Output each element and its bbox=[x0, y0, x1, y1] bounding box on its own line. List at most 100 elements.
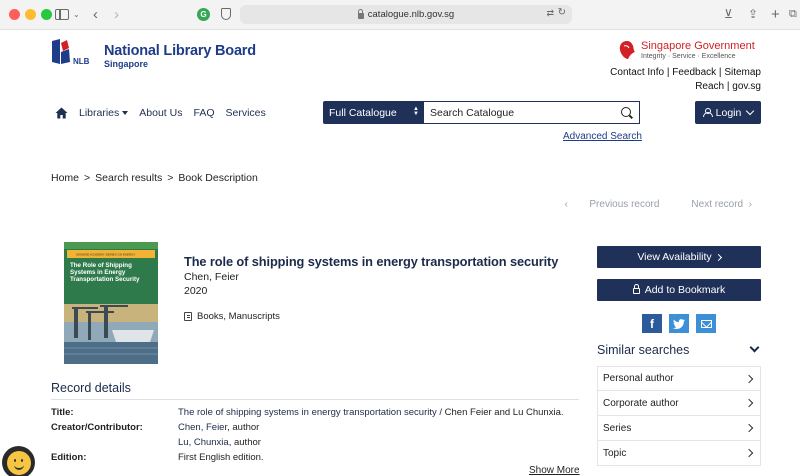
breadcrumb: Home > Search results > Book Description bbox=[51, 172, 258, 184]
government-logo-text: Singapore Government bbox=[641, 40, 755, 52]
previous-record-label: Previous record bbox=[589, 199, 660, 210]
download-icon[interactable]: ⊻ bbox=[724, 5, 733, 23]
breadcrumb-current: Book Description bbox=[178, 172, 258, 184]
similar-item-label: Series bbox=[603, 422, 632, 434]
close-window-icon[interactable] bbox=[9, 9, 20, 20]
browser-toolbar: ⌄ ‹ › G catalogue.nlb.gov.sg ⇄ ↻ ⊻ ⇪ + ⧉ bbox=[0, 0, 800, 30]
book-year: 2020 bbox=[184, 285, 208, 297]
brand-name[interactable]: National Library Board bbox=[104, 43, 256, 59]
book-author[interactable]: Chen, Feier bbox=[184, 271, 239, 283]
gov-sg-link[interactable]: gov.sg bbox=[732, 81, 761, 92]
record-label-title: Title: bbox=[51, 407, 74, 418]
address-bar[interactable]: catalogue.nlb.gov.sg ⇄ ↻ bbox=[240, 5, 572, 24]
sidebar-toggle-icon[interactable] bbox=[55, 9, 69, 20]
maximize-window-icon[interactable] bbox=[41, 9, 52, 20]
gov-name-1: Singapore bbox=[641, 40, 692, 52]
envelope-icon bbox=[700, 319, 712, 328]
chevron-right-icon bbox=[744, 448, 754, 458]
book-cover-image[interactable]: CHINESE ACADEMY SERIES ON ENERGY The Rol… bbox=[64, 242, 158, 364]
facebook-share-icon[interactable]: f bbox=[642, 314, 662, 333]
chevron-down-icon[interactable]: ⌄ bbox=[73, 5, 80, 23]
reload-icon[interactable]: ↻ bbox=[558, 7, 566, 18]
forward-icon[interactable]: › bbox=[114, 5, 119, 23]
record-label-creator: Creator/Contributor: bbox=[51, 422, 143, 433]
login-button[interactable]: Login bbox=[695, 101, 761, 124]
show-more-link[interactable]: Show More bbox=[529, 465, 580, 476]
record-value-title: The role of shipping systems in energy t… bbox=[178, 407, 564, 418]
twitter-share-icon[interactable] bbox=[669, 314, 689, 333]
creator-role: , author bbox=[227, 422, 260, 433]
url-text: catalogue.nlb.gov.sg bbox=[367, 9, 455, 20]
nlb-logo-icon[interactable]: NLB bbox=[50, 38, 98, 66]
smiley-icon bbox=[6, 450, 31, 475]
user-icon bbox=[702, 108, 713, 117]
feedback-widget[interactable] bbox=[2, 446, 35, 476]
extension-icon[interactable]: G bbox=[197, 8, 210, 21]
catalogue-select-value: Full Catalogue bbox=[329, 106, 397, 119]
tab-overview-icon[interactable]: ⧉ bbox=[789, 5, 797, 23]
add-to-bookmark-label: Add to Bookmark bbox=[644, 284, 726, 296]
nav-libraries-label: Libraries bbox=[79, 107, 120, 119]
similar-personal-author[interactable]: Personal author bbox=[597, 366, 761, 391]
lock-icon bbox=[357, 8, 364, 19]
chevron-right-icon bbox=[744, 374, 754, 384]
similar-corporate-author[interactable]: Corporate author bbox=[597, 391, 761, 416]
search-icon[interactable] bbox=[621, 107, 631, 117]
search-placeholder: Search Catalogue bbox=[430, 106, 515, 119]
similar-item-label: Corporate author bbox=[603, 397, 679, 409]
main-nav: Libraries About Us FAQ Services bbox=[55, 106, 277, 120]
breadcrumb-search-results[interactable]: Search results bbox=[95, 172, 162, 184]
similar-item-label: Personal author bbox=[603, 373, 674, 384]
new-tab-icon[interactable]: + bbox=[771, 5, 780, 23]
divider bbox=[51, 399, 579, 400]
chevron-down-icon bbox=[746, 106, 755, 115]
record-value-creator-2: Lu, Chunxia, author bbox=[178, 437, 261, 448]
sitemap-link[interactable]: Sitemap bbox=[724, 67, 761, 78]
gov-name-2: Government bbox=[694, 40, 755, 52]
catalogue-select[interactable]: Full Catalogue ▲ ▼ bbox=[323, 101, 423, 124]
twitter-bird-icon bbox=[673, 318, 685, 329]
cover-band-text: CHINESE ACADEMY SERIES ON ENERGY bbox=[76, 253, 135, 257]
contact-info-link[interactable]: Contact Info bbox=[610, 67, 664, 78]
previous-record-link[interactable]: ‹ Previous record bbox=[565, 199, 660, 210]
record-title-link[interactable]: The role of shipping systems in energy t… bbox=[178, 407, 437, 418]
breadcrumb-home[interactable]: Home bbox=[51, 172, 79, 184]
nav-libraries[interactable]: Libraries bbox=[79, 107, 129, 119]
back-icon[interactable]: ‹ bbox=[93, 5, 98, 23]
government-tagline: Integrity · Service · Excellence bbox=[641, 53, 736, 60]
view-availability-label: View Availability bbox=[637, 251, 712, 263]
record-label-edition: Edition: bbox=[51, 452, 87, 463]
similar-series[interactable]: Series bbox=[597, 416, 761, 441]
share-icon[interactable]: ⇪ bbox=[748, 5, 758, 23]
shield-icon[interactable] bbox=[221, 8, 231, 20]
add-to-bookmark-button[interactable]: Add to Bookmark bbox=[597, 279, 761, 301]
record-navigation: ‹ Previous record Next record › bbox=[549, 199, 753, 210]
similar-searches-title[interactable]: Similar searches bbox=[597, 343, 689, 357]
chevron-down-icon[interactable] bbox=[749, 342, 760, 353]
creator-link[interactable]: Chen, Feier bbox=[178, 422, 227, 433]
view-availability-button[interactable]: View Availability bbox=[597, 246, 761, 268]
next-record-link[interactable]: Next record › bbox=[675, 199, 752, 210]
search-input[interactable]: Search Catalogue bbox=[423, 101, 640, 124]
record-details-title: Record details bbox=[51, 381, 131, 395]
email-share-icon[interactable] bbox=[696, 314, 716, 333]
minimize-window-icon[interactable] bbox=[25, 9, 36, 20]
book-title: The role of shipping systems in energy t… bbox=[184, 254, 559, 269]
advanced-search-link[interactable]: Advanced Search bbox=[563, 131, 642, 142]
chevron-right-icon bbox=[714, 253, 722, 261]
similar-topic[interactable]: Topic bbox=[597, 441, 761, 466]
translate-icon[interactable]: ⇄ bbox=[546, 8, 554, 19]
chevron-right-icon bbox=[744, 423, 754, 433]
select-arrows-icon: ▲ ▼ bbox=[413, 106, 419, 117]
nav-about-us[interactable]: About Us bbox=[139, 107, 182, 119]
feedback-link[interactable]: Feedback bbox=[672, 67, 716, 78]
reach-link[interactable]: Reach bbox=[695, 81, 724, 92]
book-format: Books, Manuscripts bbox=[184, 311, 280, 322]
home-icon[interactable] bbox=[55, 107, 68, 119]
nav-services[interactable]: Services bbox=[226, 107, 266, 119]
creator-link[interactable]: Lu, Chunxia bbox=[178, 437, 229, 448]
cover-title-text: The Role of Shipping Systems in Energy T… bbox=[70, 262, 140, 284]
record-value-edition: First English edition. bbox=[178, 452, 264, 463]
chevron-right-icon bbox=[744, 398, 754, 408]
nav-faq[interactable]: FAQ bbox=[193, 107, 214, 119]
